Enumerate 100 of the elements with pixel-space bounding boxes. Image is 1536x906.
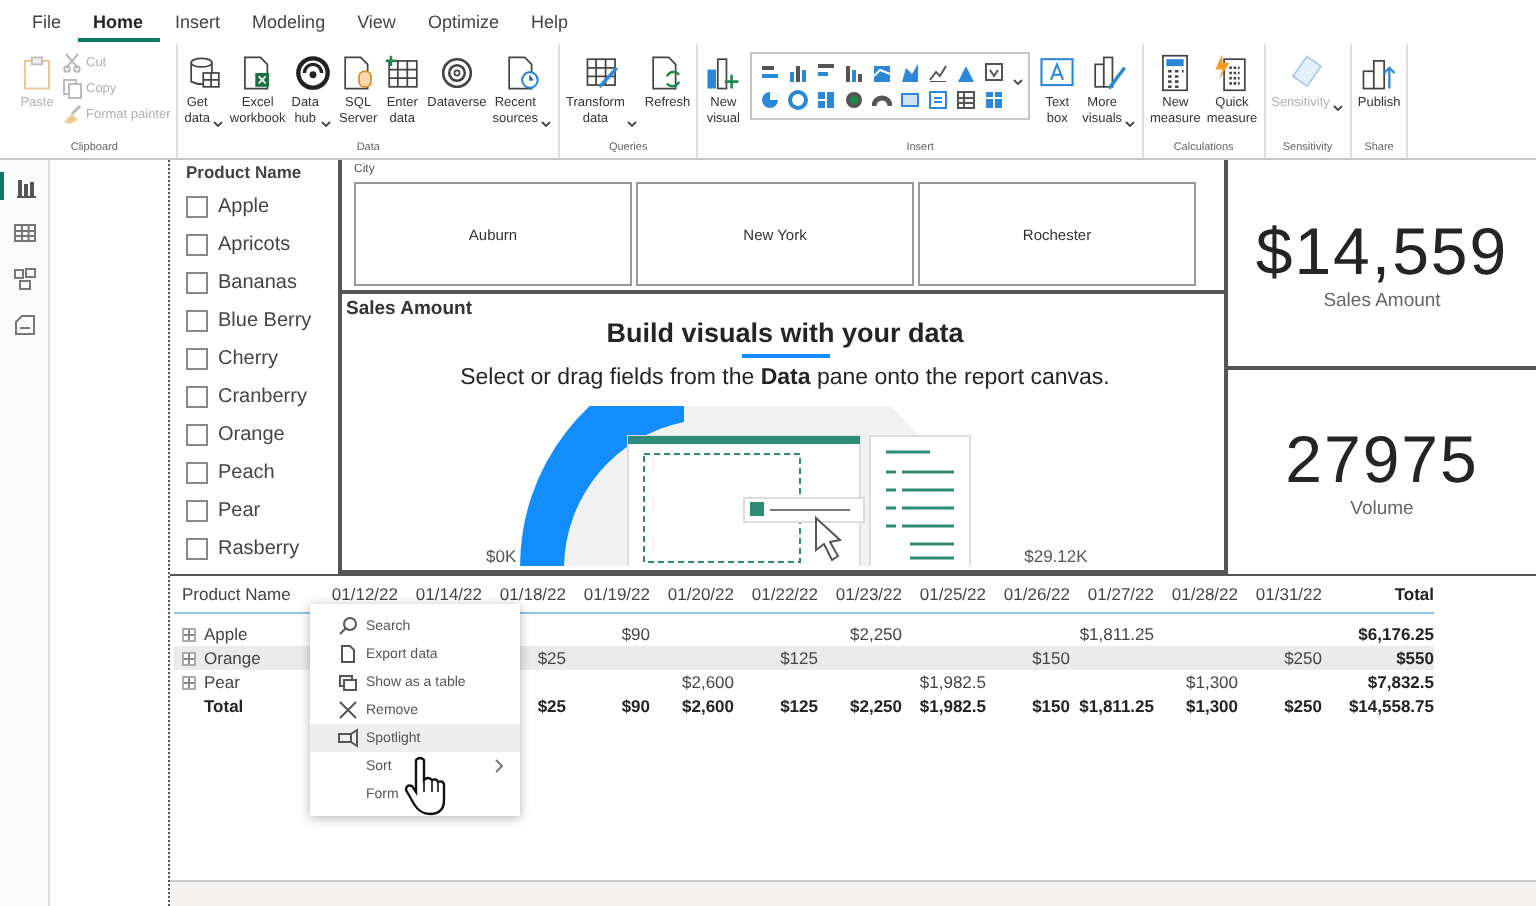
checkbox[interactable]	[186, 462, 208, 484]
column-header[interactable]: 01/26/22	[986, 584, 1070, 612]
table-cell: $25	[537, 696, 566, 716]
card-label: Volume	[1350, 498, 1414, 521]
slicer-item[interactable]: Cranberry	[218, 386, 307, 408]
checkbox[interactable]	[186, 272, 208, 294]
slicer-item[interactable]: Blue Berry	[218, 310, 312, 332]
column-header[interactable]: Total	[1322, 584, 1434, 612]
ribbon-tab[interactable]: Modeling	[236, 2, 342, 42]
chart-icon[interactable]	[760, 90, 781, 110]
query-icon	[13, 313, 35, 335]
expand-icon[interactable]	[182, 627, 196, 641]
ribbon-tab[interactable]: View	[341, 2, 412, 42]
table-cell: $250	[1284, 648, 1322, 668]
checkbox[interactable]	[186, 196, 208, 218]
slicer-item[interactable]: Cherry	[218, 348, 279, 370]
table-cell: $7,832.5	[1367, 672, 1434, 692]
column-header[interactable]: 01/20/22	[650, 584, 734, 612]
checkbox[interactable]	[186, 538, 208, 560]
slicer-item[interactable]: Bananas	[218, 272, 297, 294]
placeholder-message: Select or drag fields from the Data pane onto the report canvas.	[460, 366, 1110, 390]
slicer-item[interactable]: Peach	[218, 462, 275, 484]
visual-title: Sales Amount	[346, 298, 474, 320]
publish-icon	[1360, 54, 1399, 92]
slicer-item[interactable]: Orange	[218, 424, 285, 446]
chart-icon[interactable]	[760, 62, 781, 82]
checkbox[interactable]	[186, 386, 208, 408]
slicer-item[interactable]: Apricots	[218, 234, 291, 256]
ribbon-tab[interactable]: Optimize	[411, 2, 515, 42]
chart-icon[interactable]	[900, 62, 921, 82]
column-header[interactable]: 01/19/22	[566, 584, 650, 612]
table-cell: $2,250	[850, 624, 902, 644]
column-header[interactable]: 01/31/22	[1238, 584, 1322, 612]
slicer-item[interactable]: Rasberry	[218, 538, 300, 560]
row-header: Total	[204, 696, 244, 716]
bar-chart-icon	[704, 54, 743, 92]
slicer-item[interactable]: Pear	[218, 500, 261, 522]
column-header[interactable]: 01/18/22	[482, 584, 566, 612]
row-header: Orange	[204, 648, 261, 668]
table-cell: $125	[780, 696, 818, 716]
model-icon	[13, 267, 35, 289]
table-cell: $250	[1284, 696, 1322, 716]
column-header[interactable]: Product Name	[174, 584, 314, 612]
search-icon	[338, 616, 358, 636]
chart-icon[interactable]	[788, 62, 809, 82]
axis-label: $0K	[486, 546, 517, 566]
chart-icon[interactable]	[956, 90, 977, 110]
chart-icon[interactable]	[872, 90, 893, 110]
table-icon	[383, 54, 422, 92]
chart-icon[interactable]	[844, 62, 865, 82]
slicer-title: Product Name	[186, 162, 304, 182]
table-cell: $1,811.25	[1079, 696, 1154, 716]
expand-icon[interactable]	[182, 675, 196, 689]
chart-icon[interactable]	[872, 62, 893, 82]
checkbox[interactable]	[186, 500, 208, 522]
table-cell: $1,982.5	[919, 696, 986, 716]
row-header: Apple	[204, 624, 248, 644]
checkbox[interactable]	[186, 424, 208, 446]
chart-icon[interactable]	[956, 62, 977, 82]
chart-icon[interactable]	[900, 90, 921, 110]
ribbon-tab[interactable]: Insert	[159, 2, 237, 42]
report-icon	[15, 175, 37, 197]
table-cell: $2,600	[682, 672, 734, 692]
ribbon-tab[interactable]: Help	[514, 2, 584, 42]
table-cell: $1,300	[1186, 696, 1238, 716]
ribbon-tab[interactable]: File	[16, 2, 78, 42]
caret-icon[interactable]	[1012, 78, 1025, 86]
row-header: Pear	[204, 672, 240, 692]
table-icon	[13, 221, 35, 243]
rings-icon	[437, 54, 476, 92]
table-cell: $150	[1032, 696, 1070, 716]
brush-icon	[62, 104, 82, 126]
column-header[interactable]: 01/23/22	[818, 584, 902, 612]
column-header[interactable]: 01/14/22	[398, 584, 482, 612]
chart-icon[interactable]	[788, 90, 809, 110]
checkbox[interactable]	[186, 348, 208, 370]
table-cell: $2,600	[682, 696, 734, 716]
column-header[interactable]: 01/12/22	[314, 584, 398, 612]
chart-icon[interactable]	[844, 90, 865, 110]
table-cell: $125	[780, 648, 818, 668]
card-label: Sales Amount	[1323, 289, 1441, 312]
slicer-item[interactable]: Apple	[218, 196, 270, 218]
expand-icon[interactable]	[182, 651, 196, 665]
copy-icon	[62, 78, 82, 100]
chart-icon[interactable]	[816, 62, 837, 82]
checkbox[interactable]	[186, 310, 208, 332]
chart-icon[interactable]	[984, 62, 1005, 82]
document-icon	[338, 644, 358, 664]
database-file-icon	[339, 54, 378, 92]
column-header[interactable]: 01/25/22	[902, 584, 986, 612]
ribbon-tab[interactable]: Home	[77, 2, 160, 42]
chart-icon[interactable]	[928, 62, 949, 82]
column-header[interactable]: 01/28/22	[1154, 584, 1238, 612]
placeholder-heading: Build visuals with your data	[606, 318, 964, 348]
checkbox[interactable]	[186, 234, 208, 256]
card-value: $14,559	[1255, 213, 1509, 290]
column-header[interactable]: 01/22/22	[734, 584, 818, 612]
chart-icon[interactable]	[816, 90, 837, 110]
chart-icon[interactable]	[928, 90, 949, 110]
column-header[interactable]: 01/27/22	[1070, 584, 1154, 612]
